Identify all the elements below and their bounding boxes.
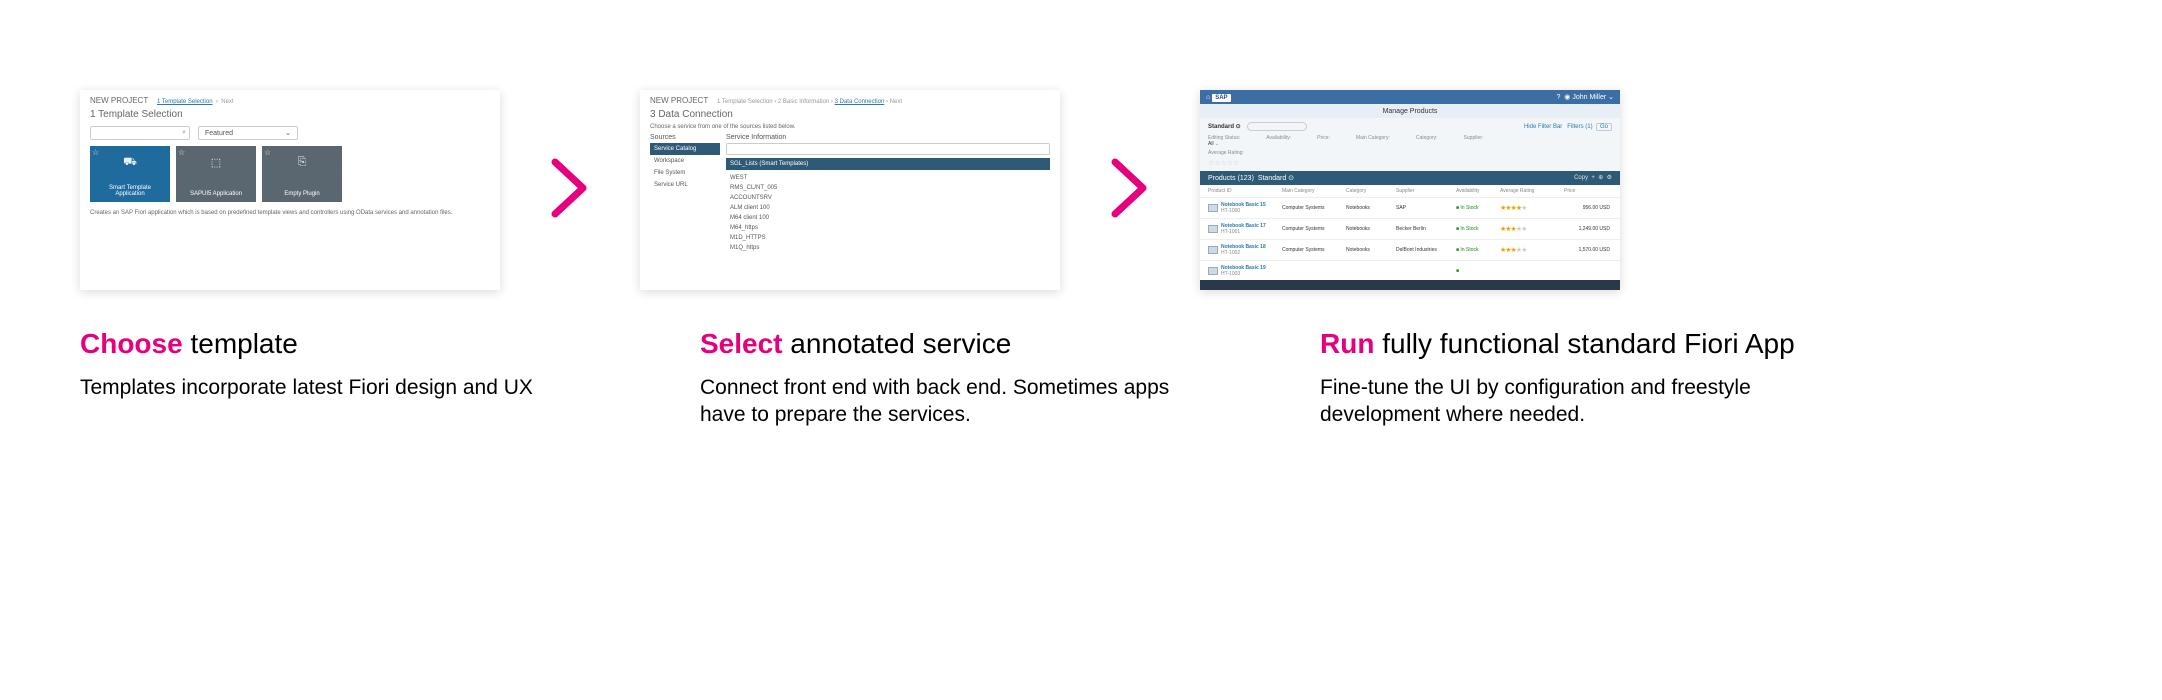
user-name: John Miller bbox=[1572, 94, 1606, 101]
service-information-heading: Service Information bbox=[726, 134, 1050, 141]
search-input[interactable] bbox=[1247, 122, 1307, 131]
filter-bar: Standard ⊙ Hide Filter Bar Filters (1) G… bbox=[1200, 118, 1620, 171]
system-select-dropdown[interactable] bbox=[726, 143, 1050, 155]
filter-average-rating-stars[interactable]: ☆☆☆☆☆ bbox=[1208, 159, 1612, 167]
filter-supplier: Supplier: bbox=[1464, 135, 1484, 147]
home-icon[interactable]: ⌂ SAP bbox=[1206, 94, 1231, 101]
chevron-down-icon: ⌄ bbox=[285, 129, 291, 137]
caption-run-body: Fine-tune the UI by configuration and fr… bbox=[1320, 374, 1860, 429]
breadcrumb-step-1: 1 Template Selection bbox=[157, 99, 213, 105]
filter-editing-status: Editing Status:All ⌄ bbox=[1208, 135, 1240, 147]
tile-sapui5[interactable]: ☆ ⬚ SAPUI5 Application bbox=[176, 146, 256, 202]
search-icon: ⌕ bbox=[182, 129, 186, 137]
service-item[interactable]: ALM client 100 bbox=[726, 203, 1050, 213]
hide-filter-bar-link[interactable]: Hide Filter Bar bbox=[1524, 124, 1562, 130]
service-item[interactable]: M64_https bbox=[726, 223, 1050, 233]
breadcrumb-step-2: 2 Basic Information bbox=[778, 99, 829, 105]
breadcrumb-step-3: 3 Data Connection bbox=[835, 99, 885, 105]
product-thumbnail bbox=[1208, 246, 1218, 254]
filter-main-category: Main Category: bbox=[1356, 135, 1390, 147]
caption-select-highlight: Select bbox=[700, 328, 783, 359]
template-filter-dropdown[interactable]: Featured⌄ bbox=[198, 126, 298, 140]
caption-run: Run fully functional standard Fiori App … bbox=[1320, 328, 1860, 429]
template-search-input[interactable]: ⌕ bbox=[90, 126, 190, 140]
filters-link[interactable]: Filters (1) bbox=[1567, 124, 1592, 130]
product-thumbnail bbox=[1208, 267, 1218, 275]
table-row[interactable]: Notebook Basic 15HT-1000Computer Systems… bbox=[1200, 197, 1620, 218]
breadcrumb-next: Next bbox=[221, 99, 233, 105]
product-thumbnail bbox=[1208, 225, 1218, 233]
sources-heading: Sources bbox=[650, 134, 720, 141]
caption-select: Select annotated service Connect front e… bbox=[700, 328, 1180, 429]
footer-bar bbox=[1200, 280, 1620, 290]
service-item[interactable]: M64 client 100 bbox=[726, 213, 1050, 223]
source-service-url[interactable]: Service URL bbox=[650, 179, 720, 191]
table-row[interactable]: Notebook Basic 17HT-1001Computer Systems… bbox=[1200, 218, 1620, 239]
service-item[interactable]: M1Q_https bbox=[726, 243, 1050, 253]
data-connection-heading: 3 Data Connection bbox=[640, 107, 1060, 124]
variant-standard[interactable]: Standard ⊙ bbox=[1208, 123, 1241, 130]
breadcrumb-next: Next bbox=[890, 99, 902, 105]
help-icon[interactable]: ? bbox=[1556, 94, 1560, 101]
truck-icon: ⛟ bbox=[94, 156, 166, 170]
copy-button[interactable]: Copy bbox=[1574, 175, 1588, 181]
filter-average-rating-label: Average Rating: bbox=[1208, 150, 1612, 156]
avatar[interactable]: ◉ bbox=[1564, 94, 1570, 101]
data-connection-subtitle: Choose a service from one of the sources… bbox=[640, 124, 1060, 134]
plug-icon: ⎘ bbox=[266, 156, 338, 169]
screenshot-choose-template: NEW PROJECT 1 Template Selection › Next … bbox=[80, 90, 500, 290]
tile-smart-template[interactable]: ☆ ⛟ Smart Template Application bbox=[90, 146, 170, 202]
filter-category: Category: bbox=[1416, 135, 1438, 147]
captions-row: Choose template Templates incorporate la… bbox=[0, 290, 2162, 429]
selected-service-row[interactable]: SGL_Lists (Smart Templates) bbox=[726, 158, 1050, 170]
service-item[interactable]: WEST bbox=[726, 173, 1050, 183]
source-service-catalog[interactable]: Service Catalog bbox=[650, 143, 720, 155]
arrow-2 bbox=[1100, 158, 1160, 223]
service-item[interactable]: ACCOUNTSRV bbox=[726, 193, 1050, 203]
breadcrumb-step-1: 1 Template Selection bbox=[717, 99, 773, 105]
sap-logo: SAP bbox=[1212, 94, 1230, 102]
go-button[interactable]: Go bbox=[1596, 123, 1612, 131]
new-project-label: NEW PROJECT bbox=[650, 96, 708, 105]
caption-run-highlight: Run bbox=[1320, 328, 1374, 359]
screenshot-row: NEW PROJECT 1 Template Selection › Next … bbox=[0, 0, 2162, 290]
template-selection-heading: 1 Template Selection bbox=[80, 107, 500, 124]
fiori-shell-header: ⌂ SAP ? ◉ John Miller ⌄ bbox=[1200, 90, 1620, 104]
service-item[interactable]: M1D_HTTPS bbox=[726, 233, 1050, 243]
arrow-1 bbox=[540, 158, 600, 223]
caption-choose-highlight: Choose bbox=[80, 328, 183, 359]
new-project-label: NEW PROJECT bbox=[90, 96, 148, 105]
caption-choose: Choose template Templates incorporate la… bbox=[80, 328, 560, 429]
template-description: Creates an SAP Fiori application which i… bbox=[80, 202, 500, 216]
filter-price: Price: bbox=[1317, 135, 1330, 147]
caption-choose-body: Templates incorporate latest Fiori desig… bbox=[80, 374, 560, 401]
caption-select-body: Connect front end with back end. Sometim… bbox=[700, 374, 1180, 429]
screenshot-fiori-app: ⌂ SAP ? ◉ John Miller ⌄ Manage Products … bbox=[1200, 90, 1620, 290]
product-thumbnail bbox=[1208, 204, 1218, 212]
table-row[interactable]: Notebook Basic 18HT-1002Computer Systems… bbox=[1200, 239, 1620, 260]
service-item[interactable]: RMS_CL/NT_005 bbox=[726, 183, 1050, 193]
table-column-headers: Product IDMain CategoryCategorySupplierA… bbox=[1200, 185, 1620, 197]
source-workspace[interactable]: Workspace bbox=[650, 155, 720, 167]
table-row[interactable]: Notebook Basic 19HT-1003 bbox=[1200, 260, 1620, 281]
page-title: Manage Products bbox=[1200, 104, 1620, 118]
screenshot-data-connection: NEW PROJECT 1 Template Selection › 2 Bas… bbox=[640, 90, 1060, 290]
source-file-system[interactable]: File System bbox=[650, 167, 720, 179]
filter-availability: Availability: bbox=[1266, 135, 1291, 147]
cubes-icon: ⬚ bbox=[180, 156, 252, 169]
tile-empty-plugin[interactable]: ☆ ⎘ Empty Plugin bbox=[262, 146, 342, 202]
table-header-bar: Products (123) Standard ⊙ Copy + ⊕ ⚙ bbox=[1200, 171, 1620, 185]
